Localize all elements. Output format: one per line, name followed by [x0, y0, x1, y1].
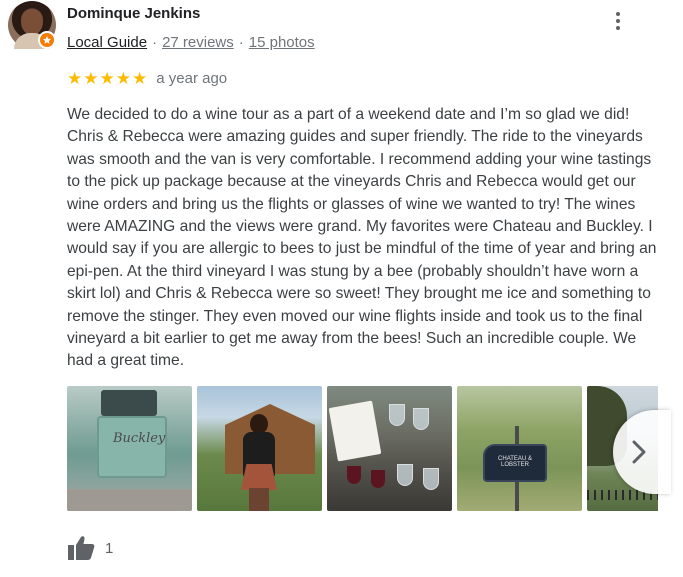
avatar-face [21, 9, 43, 35]
tasting-card [328, 400, 382, 462]
photo-carousel: Buckley CHATEAU & LOBSTER [67, 386, 658, 511]
review-text: We decided to do a wine tour as a part o… [67, 106, 657, 370]
meta-separator: · [152, 34, 158, 51]
more-dot [616, 12, 620, 16]
author-name[interactable]: Dominque Jenkins [67, 5, 200, 22]
wine-glass-red [371, 470, 385, 488]
person-head [250, 414, 268, 434]
local-guide-label[interactable]: Local Guide [67, 34, 147, 51]
ground [67, 489, 192, 511]
like-button[interactable] [67, 534, 97, 562]
reviews-count-link[interactable]: 27 reviews [162, 34, 234, 51]
person-skirt [241, 464, 277, 490]
star-icon: ★ [132, 69, 148, 88]
star-icon: ★ [67, 69, 83, 88]
star-icon: ★ [83, 69, 99, 88]
truck-door [97, 416, 167, 478]
review-photo-truck[interactable]: Buckley [67, 386, 192, 511]
more-dot [616, 19, 620, 23]
star-icon: ★ [115, 69, 131, 88]
wine-glass-red [347, 466, 361, 484]
chevron-right-icon [632, 440, 646, 464]
wine-glass [397, 464, 413, 486]
wine-glass [389, 404, 405, 426]
avatar[interactable] [8, 1, 56, 49]
sign-text: CHATEAU & LOBSTER [498, 456, 532, 468]
like-row: 1 [67, 534, 113, 562]
person-legs [249, 488, 269, 511]
star-icon: ★ [99, 69, 115, 88]
wine-glass [423, 468, 439, 490]
thumb-up-icon [68, 536, 95, 560]
review-photo-barn[interactable] [197, 386, 322, 511]
rating-row: ★ ★ ★ ★ ★ a year ago [67, 70, 227, 87]
review-photo-wine-flight[interactable] [327, 386, 452, 511]
truck-window [101, 390, 157, 416]
star-rating: ★ ★ ★ ★ ★ [67, 70, 148, 87]
more-dot [616, 26, 620, 30]
photos-count-link[interactable]: 15 photos [249, 34, 315, 51]
author-meta: Local Guide · 27 reviews · 15 photos [67, 34, 315, 51]
like-count: 1 [105, 539, 114, 557]
local-guide-badge-icon [38, 31, 56, 49]
truck-script-logo: Buckley [113, 431, 166, 446]
meta-separator: · [238, 34, 244, 51]
review-photo-vineyard-sign[interactable]: CHATEAU & LOBSTER [457, 386, 582, 511]
wine-glass [413, 408, 429, 430]
more-vert-icon[interactable] [608, 10, 628, 32]
review-time: a year ago [156, 70, 228, 87]
